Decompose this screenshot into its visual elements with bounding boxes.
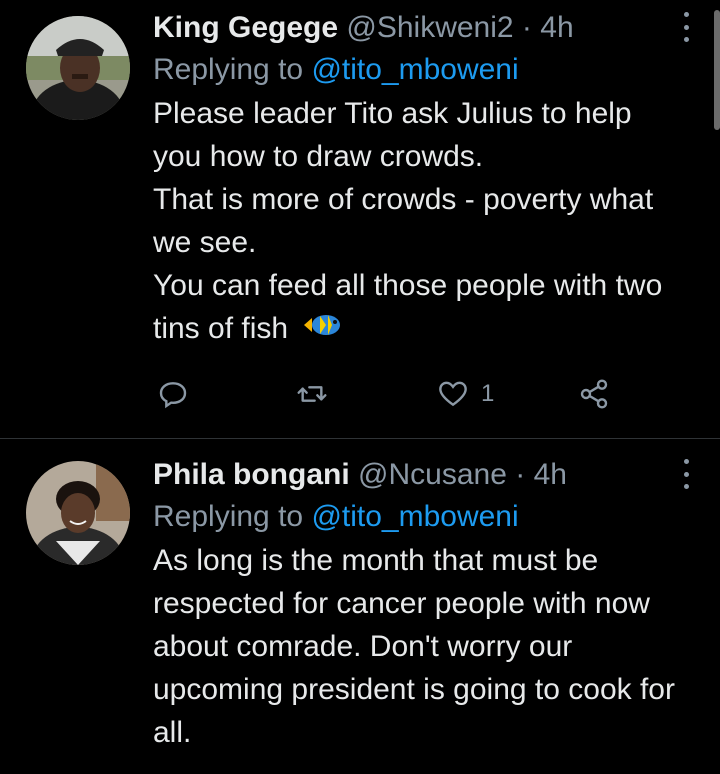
retweet-button[interactable] bbox=[296, 378, 328, 410]
separator-dot: · bbox=[515, 458, 526, 491]
tweet-text: As long is the month that must be respec… bbox=[153, 539, 680, 754]
reply-icon bbox=[159, 382, 187, 409]
tweet-line: Please leader Tito ask Julius to help yo… bbox=[153, 97, 632, 173]
user-handle[interactable]: @Shikweni2 bbox=[346, 11, 513, 44]
tweet-line: That is more of crowds - poverty what we… bbox=[153, 183, 654, 259]
timestamp[interactable]: 4h bbox=[540, 11, 573, 44]
more-options-icon[interactable] bbox=[680, 459, 692, 489]
like-icon bbox=[439, 381, 467, 407]
avatar[interactable] bbox=[26, 16, 130, 120]
like-count: 1 bbox=[481, 380, 495, 407]
tweet-line: You can feed all those people with two t… bbox=[153, 264, 680, 352]
mention-link[interactable]: @tito_mboweni bbox=[311, 53, 518, 86]
display-name[interactable]: King Gegege bbox=[153, 11, 338, 44]
user-handle[interactable]: @Ncusane bbox=[358, 458, 507, 491]
retweet-icon bbox=[297, 386, 327, 402]
timestamp[interactable]: 4h bbox=[534, 458, 567, 491]
tweet-line: As long is the month that must be respec… bbox=[153, 544, 675, 749]
avatar[interactable] bbox=[26, 461, 130, 565]
replying-to: Replying to @tito_mboweni bbox=[153, 50, 680, 90]
separator-dot: · bbox=[521, 11, 532, 44]
tweet-1[interactable]: King Gegege @Shikweni2 · 4h Replying to … bbox=[0, 0, 720, 438]
display-name[interactable]: Phila bongani bbox=[153, 458, 350, 491]
fish-emoji-icon bbox=[302, 309, 342, 352]
like-button[interactable]: 1 bbox=[437, 378, 494, 410]
replying-to: Replying to @tito_mboweni bbox=[153, 497, 680, 537]
replying-prefix: Replying to bbox=[153, 53, 304, 86]
mention-link[interactable]: @tito_mboweni bbox=[311, 500, 518, 533]
reply-button[interactable] bbox=[157, 378, 189, 410]
replying-prefix: Replying to bbox=[153, 500, 304, 533]
tweet-header: King Gegege @Shikweni2 · 4h bbox=[153, 10, 680, 46]
share-icon bbox=[580, 379, 608, 409]
share-button[interactable] bbox=[578, 378, 610, 410]
tweet-text: Please leader Tito ask Julius to help yo… bbox=[153, 92, 680, 352]
more-options-icon[interactable] bbox=[680, 12, 692, 42]
tweet-2[interactable]: Phila bongani @Ncusane · 4h Replying to … bbox=[0, 439, 720, 774]
tweet-header: Phila bongani @Ncusane · 4h bbox=[153, 457, 680, 493]
